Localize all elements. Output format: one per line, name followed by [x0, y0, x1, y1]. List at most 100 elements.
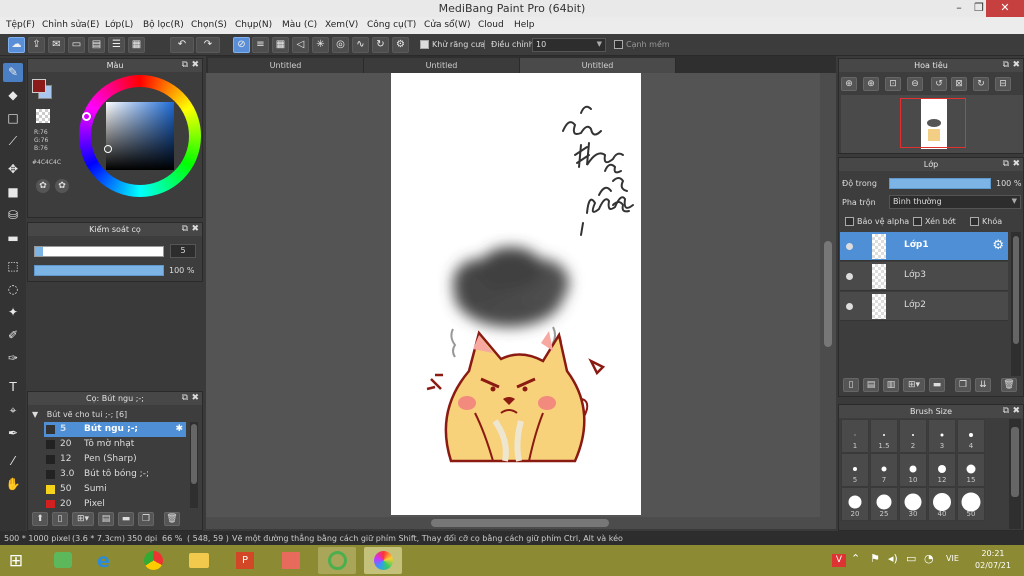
duplicate-layer-icon[interactable]: ❐ [955, 378, 971, 392]
circle-snap-icon[interactable]: ◎ [332, 37, 349, 53]
explorer-icon[interactable] [180, 547, 218, 574]
undock-icon[interactable]: ⧉ [1003, 158, 1009, 171]
vanishing-snap-icon[interactable]: ◁ [292, 37, 309, 53]
fill-rect-tool-icon[interactable]: ■ [3, 183, 23, 202]
layer-opacity-slider[interactable] [889, 178, 991, 189]
magic-wand-tool-icon[interactable]: ✦ [3, 303, 23, 322]
zoom-in-plus-icon[interactable]: ⊕ [863, 77, 879, 91]
fit-icon[interactable]: ⊡ [885, 77, 901, 91]
hand-tool-icon[interactable]: ✋ [3, 475, 23, 494]
menu-file[interactable]: Tệp(F) [6, 20, 35, 30]
brush-size-cell[interactable]: 12 [928, 453, 956, 487]
menu-help[interactable]: Help [514, 20, 535, 30]
undock-icon[interactable]: ⧉ [182, 223, 188, 236]
hue-marker[interactable] [82, 112, 91, 121]
scrollbar-thumb[interactable] [191, 424, 197, 484]
scrollbar-thumb[interactable] [824, 241, 832, 347]
tray-app-icon[interactable]: V [832, 554, 846, 567]
windows-start-icon[interactable]: ⊞ [6, 551, 26, 571]
brush-size-scrollbar[interactable] [1009, 419, 1021, 529]
input-language[interactable]: VIE [946, 554, 959, 563]
layer-row[interactable]: Lớp3 [840, 262, 1008, 291]
brush-size-cell[interactable]: 2 [899, 419, 927, 453]
new-halftone-layer-icon[interactable]: ▤ [863, 378, 879, 392]
scrollbar-thumb[interactable] [1011, 427, 1019, 497]
cloud-icon[interactable]: ☁ [8, 37, 25, 53]
medibang-taskbar-icon[interactable] [364, 547, 402, 574]
brush-size-cell[interactable]: 40 [928, 487, 956, 521]
list-icon[interactable]: ☰ [108, 37, 125, 53]
new-8bit-layer-icon[interactable]: ▥ [883, 378, 899, 392]
divide-tool-icon[interactable]: ⌖ [3, 401, 23, 420]
share-icon[interactable]: ▭ [68, 37, 85, 53]
brush-size-cell[interactable]: 1 [841, 419, 869, 453]
brush-size-cell[interactable]: 15 [957, 453, 985, 487]
brush-group-row[interactable]: ▼ Bút vẽ cho tui ;-; [6] [28, 407, 202, 422]
brush-item[interactable]: 20 Pixel [44, 497, 186, 508]
select-eraser-tool-icon[interactable]: ✑ [3, 349, 23, 368]
menu-select[interactable]: Chọn(S) [191, 20, 227, 30]
viewport-rectangle[interactable] [900, 98, 966, 148]
brush-tool-icon[interactable]: ✎ [3, 63, 23, 82]
adjust-dropdown[interactable]: 10 ▼ [532, 38, 606, 52]
settings-snap-icon[interactable]: ⚙ [392, 37, 409, 53]
brush-size-cell[interactable]: 1.5 [870, 419, 898, 453]
brush-size-cell[interactable]: 25 [870, 487, 898, 521]
visibility-eye-icon[interactable] [846, 243, 853, 250]
brush-size-slider[interactable] [34, 246, 164, 257]
close-icon[interactable]: ✖ [191, 59, 199, 72]
tab-untitled-1[interactable]: Untitled [208, 58, 364, 73]
clock-date[interactable]: 02/07/21 [972, 561, 1014, 570]
dot-tool-icon[interactable]: ⟋ [3, 132, 23, 151]
scrollbar-thumb[interactable] [431, 519, 609, 527]
brush-item[interactable]: 12 Pen (Sharp) [44, 452, 186, 467]
brush-menu-icon[interactable]: ⊞▾ [72, 512, 94, 526]
comment-icon[interactable]: ✉ [48, 37, 65, 53]
tray-flag-icon[interactable]: ⚑ [870, 552, 880, 565]
rotate-right-icon[interactable]: ↻ [973, 77, 989, 91]
layer-row[interactable]: Lớp2 [840, 292, 1008, 321]
close-icon[interactable]: ✖ [1012, 59, 1020, 72]
brush-item[interactable]: 5 Bút ngu ;-; ✱ [44, 422, 186, 437]
brush-size-cell[interactable]: 20 [841, 487, 869, 521]
select-pen-tool-icon[interactable]: ✐ [3, 326, 23, 345]
vertical-scrollbar[interactable] [820, 73, 836, 517]
scrollbar-thumb[interactable] [1013, 236, 1019, 344]
network-app-icon[interactable] [272, 547, 310, 574]
ie-icon[interactable]: e [88, 547, 126, 574]
menu-color[interactable]: Màu (C) [282, 20, 317, 30]
document-icon[interactable]: ▤ [88, 37, 105, 53]
new-brush-icon[interactable]: ▯ [52, 512, 68, 526]
brush-item[interactable]: 20 Tô mờ nhạt [44, 437, 186, 452]
visibility-eye-icon[interactable] [846, 273, 853, 280]
export-icon[interactable]: ⇪ [28, 37, 45, 53]
bucket-tool-icon[interactable]: ⛁ [3, 206, 23, 225]
horizontal-scrollbar[interactable] [206, 517, 836, 529]
brush-size-cell[interactable]: 7 [870, 453, 898, 487]
parallel-snap-icon[interactable]: ≡ [252, 37, 269, 53]
clipping-checkbox[interactable] [913, 217, 922, 226]
brush-list-scrollbar[interactable] [190, 422, 198, 508]
gradient-tool-icon[interactable]: ▬ [3, 229, 23, 248]
undo-icon[interactable]: ↶ [170, 37, 194, 53]
soft-edge-checkbox[interactable] [614, 40, 623, 49]
menu-filter[interactable]: Bộ lọc(R) [143, 20, 184, 30]
reset-icon[interactable]: ⊟ [995, 77, 1011, 91]
visibility-eye-icon[interactable] [846, 303, 853, 310]
layer-menu-icon[interactable]: ⊞▾ [903, 378, 925, 392]
navigator-preview[interactable] [841, 95, 1023, 153]
network-icon[interactable]: ◔ [924, 552, 934, 565]
tab-untitled-2[interactable]: Untitled [364, 58, 520, 73]
browser-app-icon[interactable] [318, 547, 356, 574]
brush-size-cell[interactable]: 50 [957, 487, 985, 521]
undock-icon[interactable]: ⧉ [1003, 59, 1009, 72]
brush-size-cell[interactable]: 10 [899, 453, 927, 487]
transparent-color-swatch[interactable] [36, 109, 50, 123]
color-marker[interactable] [104, 145, 112, 153]
close-icon[interactable]: ✖ [191, 392, 199, 405]
layer-row[interactable]: Lớp1 ⚙ [840, 232, 1008, 261]
move-tool-icon[interactable]: ✥ [3, 160, 23, 179]
folder-icon[interactable]: ▬ [929, 378, 945, 392]
protect-alpha-checkbox[interactable] [845, 217, 854, 226]
rotate-left-icon[interactable]: ↺ [931, 77, 947, 91]
